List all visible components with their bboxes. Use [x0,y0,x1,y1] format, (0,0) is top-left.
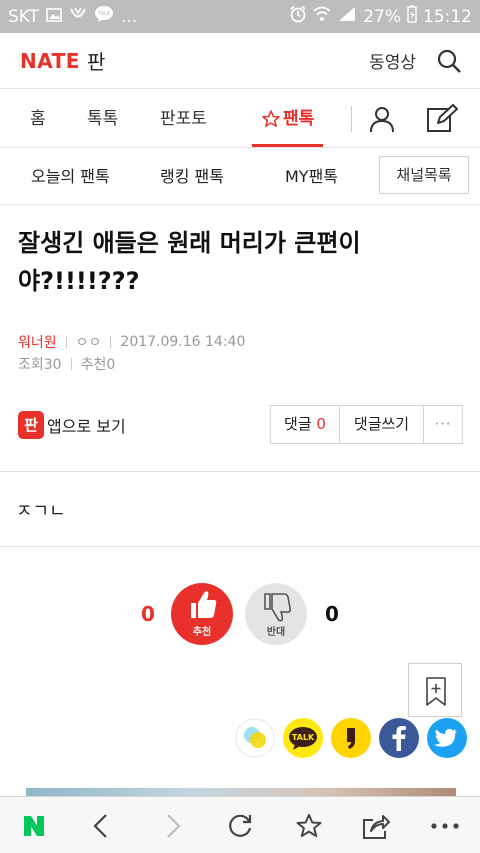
open-in-app[interactable]: 판 앱으로 보기 [18,411,126,439]
write-icon[interactable] [426,104,458,138]
write-comment-button[interactable]: 댓글쓰기 [340,406,424,443]
clock: 15:12 [423,6,472,27]
back-icon[interactable] [77,797,125,853]
talk-notification-icon: TALK [94,5,114,28]
downvote-button[interactable]: 반대 [245,583,307,645]
subnav-ranking[interactable]: 랭킹 팬톡 [160,149,224,205]
pan-app-icon: 판 [18,411,44,439]
naver-home-icon[interactable] [10,797,58,853]
share-facebook-button[interactable] [379,718,419,758]
status-bar: SKT TALK ... 27% 15:12 [0,0,480,33]
author-nickname: ㅇㅇ [75,335,102,351]
meta-separator [70,358,72,370]
tab-panphoto[interactable]: 판포토 [160,90,207,148]
article-meta: 워너원 ㅇㅇ 2017.09.16 14:40 [18,332,245,352]
kakaotalk-icon: TALK [283,718,323,758]
divider [0,471,480,472]
divider [0,546,480,547]
post-date: 2017.09.16 14:40 [120,334,246,350]
comment-count: 0 [316,415,326,433]
facebook-icon [379,718,419,758]
notification-more: ... [121,6,138,27]
subnav-today[interactable]: 오늘의 팬톡 [31,149,110,205]
meta-separator [65,336,67,348]
pan-logo[interactable]: 판 [87,46,105,75]
user-icon[interactable] [368,105,396,137]
battery-charging-icon [407,5,417,28]
tab-toktok[interactable]: 톡톡 [87,90,118,148]
sub-nav: 오늘의 팬톡 랭킹 팬톡 MY팬톡 채널목록 [0,149,480,205]
share-twitter-button[interactable] [427,718,467,758]
upvote-label: 추천 [192,627,212,638]
missed-call-icon [69,6,87,27]
bookmark-star-icon[interactable] [285,797,333,853]
share-kakaotalk-button[interactable]: TALK [283,718,323,758]
video-link[interactable]: 동영상 [369,48,416,73]
battery-percent: 27% [363,6,401,27]
tab-home[interactable]: 홈 [30,90,46,148]
subnav-my[interactable]: MY팬톡 [285,149,338,205]
comment-label: 댓글 [284,415,312,433]
thumbs-up-icon [191,591,217,618]
channel-name[interactable]: 워너원 [18,332,57,352]
ad-banner[interactable] [26,788,456,796]
article-stats: 조회30 추천0 [18,354,115,374]
channel-list-button[interactable]: 채널목록 [379,156,469,194]
wifi-icon [313,6,331,27]
add-bookmark-button[interactable] [408,663,462,717]
forward-icon[interactable] [149,797,197,853]
nate-logo[interactable]: NATE [20,49,80,73]
search-icon[interactable] [436,48,462,74]
more-button[interactable]: ··· [424,406,462,443]
kakaotalk-label: TALK [292,733,315,742]
comment-actions: 댓글 0 댓글쓰기 ··· [270,405,463,444]
main-nav: 홈 톡톡 판포토 팬톡 [0,90,480,148]
tab-fantalk[interactable]: 팬톡 [261,90,314,148]
kakao-quote-icon [331,718,371,758]
browser-toolbar [0,796,480,853]
downvote-count: 0 [325,602,339,626]
talk-badge-text: TALK [97,11,111,17]
view-count: 조회30 [18,357,62,373]
active-tab-indicator [252,144,323,147]
recommend-count: 추천0 [80,357,116,373]
alarm-icon [289,5,307,28]
tab-fantalk-label: 팬톡 [283,109,315,129]
twitter-icon [427,718,467,758]
signal-icon [337,6,357,27]
article-title: 잘생긴 애들은 원래 머리가 큰편이 야?!!!!??? [18,229,361,295]
article-body: ㅈㄱㄴ [16,501,66,522]
nav-divider [351,106,352,132]
comment-count-button[interactable]: 댓글 0 [271,406,340,443]
share-kakaopage-button[interactable] [331,718,371,758]
bookmark-plus-icon [426,677,446,706]
gallery-icon [46,7,62,27]
more-icon[interactable] [421,797,469,853]
downvote-label: 반대 [266,627,286,638]
site-header: NATE 판 동영상 [0,33,480,89]
upvote-button[interactable]: 추천 [171,583,233,645]
carrier-label: SKT [8,6,40,27]
open-in-app-label: 앱으로 보기 [47,417,126,436]
share-kakaostory-button[interactable] [235,718,275,758]
meta-separator [110,336,112,348]
star-icon [262,110,280,127]
share-icon[interactable] [352,797,400,853]
refresh-icon[interactable] [216,797,264,853]
upvote-count: 0 [141,602,155,626]
thumbs-down-icon [264,593,292,622]
kakaostory-icon [235,718,275,758]
